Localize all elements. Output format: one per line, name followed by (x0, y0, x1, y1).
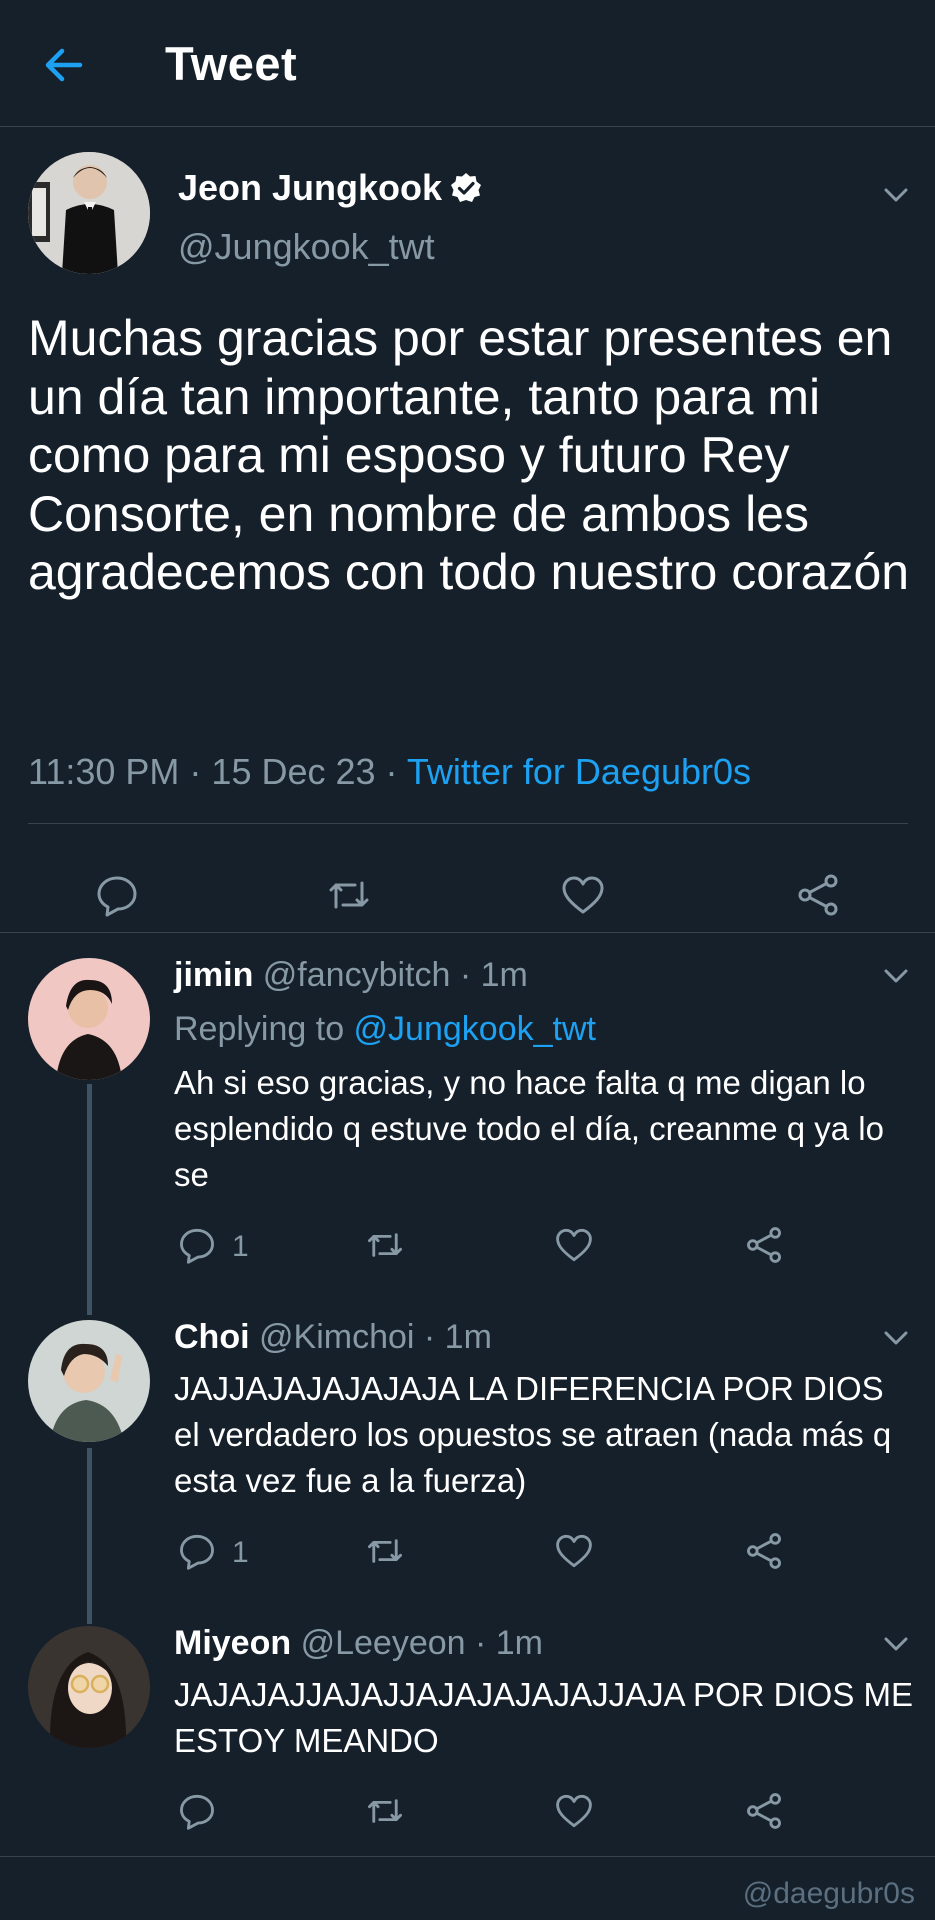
author-name-text: Jeon Jungkook (178, 167, 443, 208)
arrow-left-icon[interactable] (38, 40, 88, 90)
author-handle[interactable]: @Jungkook_twt (178, 226, 435, 268)
reply-header: Miyeon @Leeyeon · 1m (174, 1624, 543, 1663)
reply-header: jimin @fancybitch · 1m (174, 956, 528, 995)
reply-icon[interactable] (178, 1532, 216, 1570)
reply-count: 1 (232, 1230, 249, 1263)
divider (28, 823, 908, 824)
avatar[interactable] (28, 1320, 150, 1442)
reply-header: Choi @Kimchoi · 1m (174, 1318, 492, 1357)
meta-separator: · (375, 751, 407, 792)
avatar[interactable] (28, 1626, 150, 1748)
like-icon[interactable] (555, 1532, 593, 1570)
replying-label: Replying to (174, 1010, 354, 1048)
reply-author-name[interactable]: Miyeon (174, 1624, 291, 1662)
retweet-icon[interactable] (327, 873, 371, 917)
tweet-text: Muchas gracias por estar presentes en un… (28, 310, 910, 600)
tweet-time: 11:30 PM (28, 751, 180, 792)
reply-author-name[interactable]: Choi (174, 1318, 250, 1356)
tweet-date: 15 Dec 23 (211, 751, 376, 792)
reply-time: · 1m (450, 956, 528, 994)
page-title: Tweet (165, 37, 298, 90)
tweet-meta: 11:30 PM · 15 Dec 23 · Twitter for Daegu… (28, 751, 751, 793)
reply-author-handle[interactable]: @Kimchoi (259, 1318, 414, 1356)
author-name[interactable]: Jeon Jungkook (178, 167, 482, 209)
reply-icon[interactable] (178, 1792, 216, 1830)
share-icon[interactable] (745, 1226, 783, 1264)
retweet-icon[interactable] (366, 1792, 404, 1830)
chevron-down-icon[interactable] (882, 185, 910, 205)
share-icon[interactable] (745, 1532, 783, 1570)
like-icon[interactable] (561, 873, 605, 917)
retweet-icon[interactable] (366, 1532, 404, 1570)
reply-count: 1 (232, 1536, 249, 1569)
share-icon[interactable] (796, 873, 840, 917)
reply-icon[interactable] (178, 1226, 216, 1264)
watermark: @daegubr0s (742, 1877, 915, 1910)
divider (0, 1856, 935, 1857)
reply-text: JAJJAJAJAJAJAJA LA DIFERENCIA POR DIOS e… (174, 1370, 892, 1499)
chevron-down-icon[interactable] (882, 1634, 910, 1654)
like-icon[interactable] (555, 1226, 593, 1264)
tweet-source-link[interactable]: Twitter for Daegubr0s (407, 751, 751, 792)
top-bar: Tweet (0, 0, 935, 127)
avatar[interactable] (28, 958, 150, 1080)
share-icon[interactable] (745, 1792, 783, 1830)
like-icon[interactable] (555, 1792, 593, 1830)
reply-icon[interactable] (95, 873, 139, 917)
retweet-icon[interactable] (366, 1226, 404, 1264)
thread-line (87, 1084, 92, 1315)
replying-handle-link[interactable]: @Jungkook_twt (354, 1010, 596, 1048)
replying-to: Replying to @Jungkook_twt (174, 1010, 596, 1049)
chevron-down-icon[interactable] (882, 1328, 910, 1348)
reply-text: JAJAJAJJAJAJJAJAJAJAJAJJAJA POR DIOS ME … (174, 1676, 914, 1759)
reply-time: · 1m (414, 1318, 492, 1356)
verified-badge-icon (451, 173, 482, 202)
meta-separator: · (179, 751, 212, 792)
divider (0, 932, 935, 933)
reply-author-handle[interactable]: @Leeyeon (301, 1624, 466, 1662)
reply-time: · 1m (465, 1624, 544, 1662)
reply-author-name[interactable]: jimin (174, 956, 253, 994)
avatar[interactable] (28, 152, 150, 274)
thread-line (87, 1448, 92, 1624)
chevron-down-icon[interactable] (882, 966, 910, 986)
reply-text: Ah si eso gracias, y no hace falta q me … (174, 1064, 884, 1193)
reply-author-handle[interactable]: @fancybitch (263, 956, 451, 994)
